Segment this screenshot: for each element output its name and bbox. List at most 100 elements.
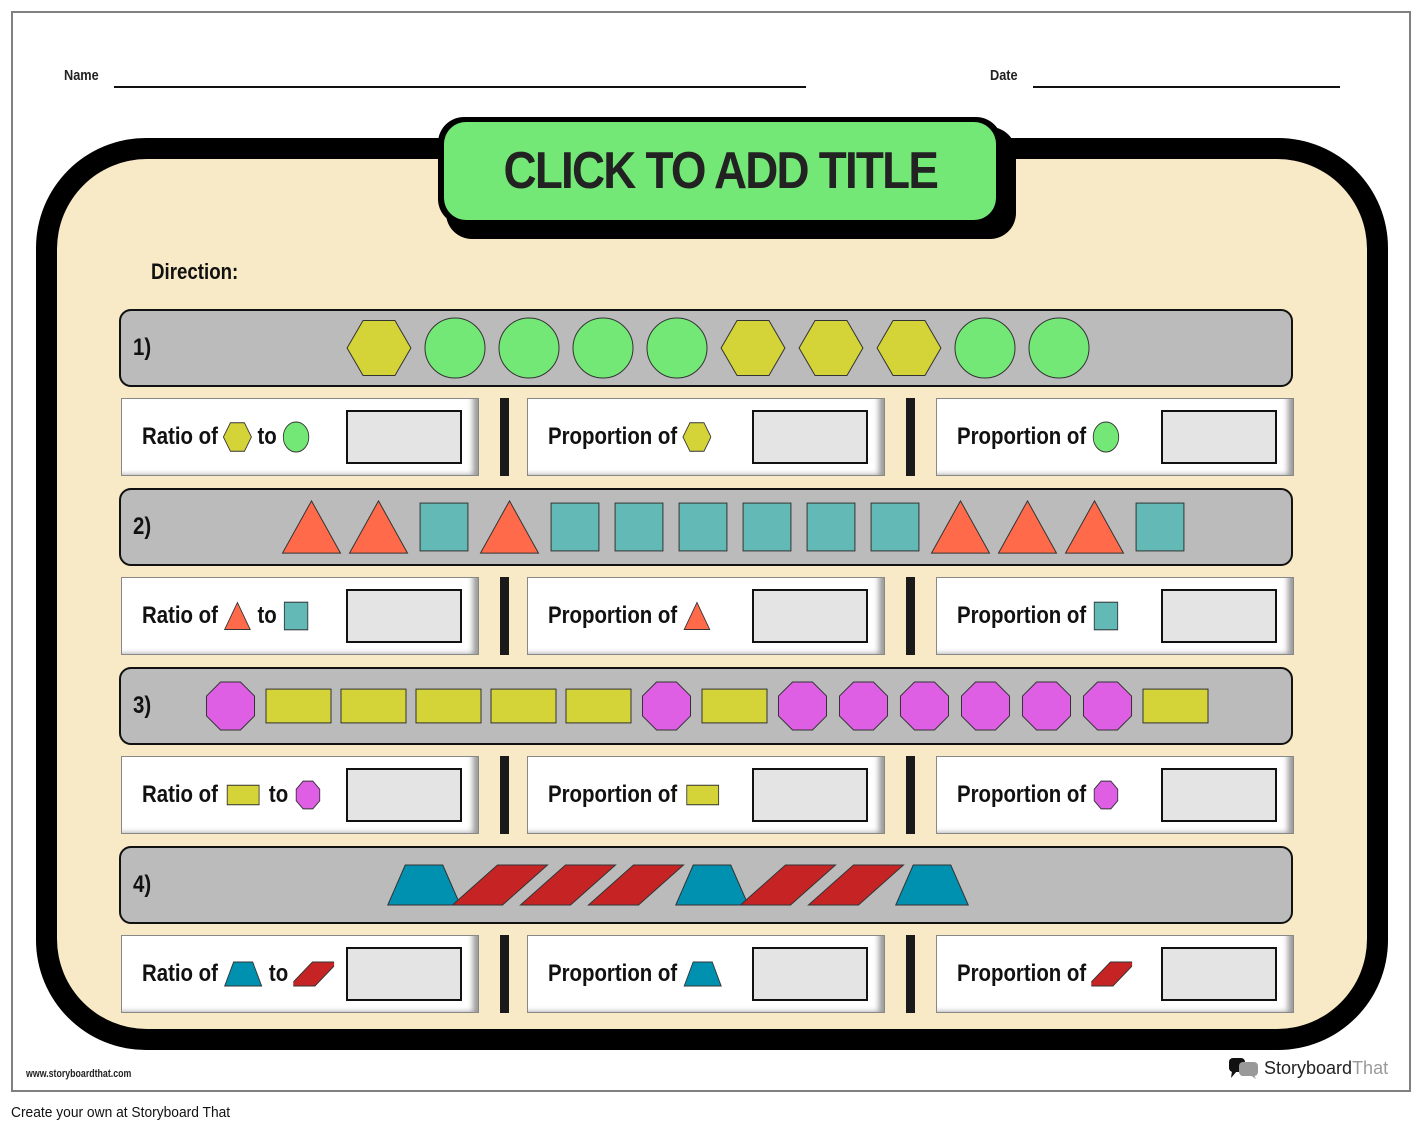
- triangle-shape: [930, 499, 991, 554]
- direction-label: Direction:: [151, 259, 239, 284]
- proportion-a-label: Proportion of: [548, 781, 678, 808]
- circle-icon: [1092, 421, 1120, 453]
- circle-shape: [424, 317, 486, 379]
- trapezoid-icon: [683, 961, 722, 987]
- square-shape: [614, 502, 664, 552]
- hexagon-shape: [346, 319, 412, 377]
- proportion-a-answer-box[interactable]: [752, 410, 868, 464]
- proportion-b-label-group: Proportion of: [957, 958, 1133, 990]
- ratio-answer-box[interactable]: [346, 589, 462, 643]
- circle-shape: [1092, 421, 1120, 453]
- proportion-a-label-group: Proportion of: [548, 600, 712, 632]
- problem-4-proportion-a-card: Proportion of: [527, 935, 885, 1013]
- octagon-shape: [1082, 681, 1133, 731]
- triangle-shape: [683, 601, 711, 630]
- hexagon-shape: [876, 319, 942, 377]
- triangle-shape: [348, 499, 409, 554]
- footer-url[interactable]: www.storyboardthat.com: [26, 1068, 131, 1080]
- rectangle-icon: [686, 784, 720, 806]
- card-divider: [906, 398, 915, 476]
- proportion-a-label-group: Proportion of: [548, 421, 712, 453]
- problem-1-proportion-a-card: Proportion of: [527, 398, 885, 476]
- octagon-shape: [641, 681, 692, 731]
- rectangle-shape: [565, 688, 632, 724]
- card-divider: [500, 756, 509, 834]
- proportion-a-label: Proportion of: [548, 960, 678, 987]
- proportion-b-answer-box[interactable]: [1161, 947, 1277, 1001]
- speech-bubbles-icon: [1229, 1058, 1258, 1079]
- square-shape: [284, 601, 309, 631]
- octagon-shape: [777, 681, 828, 731]
- proportion-a-answer-box[interactable]: [752, 768, 868, 822]
- create-your-own-link[interactable]: Create your own at Storyboard That: [11, 1104, 230, 1121]
- name-label: Name: [64, 67, 99, 84]
- ratio-answer-box[interactable]: [346, 410, 462, 464]
- rectangle-shape: [265, 688, 332, 724]
- circle-shape: [572, 317, 634, 379]
- circle-shape: [283, 421, 310, 453]
- trapezoid-shape: [224, 961, 263, 987]
- ratio-label: Ratio of: [142, 781, 218, 808]
- title-text[interactable]: CLICK TO ADD TITLE: [503, 141, 938, 201]
- triangle-shape: [479, 499, 540, 554]
- ratio-answer-box[interactable]: [346, 947, 462, 1001]
- proportion-a-label-group: Proportion of: [548, 958, 723, 990]
- square-shape: [678, 502, 728, 552]
- trapezoid-shape: [894, 864, 970, 906]
- to-label: to: [257, 423, 277, 450]
- problem-2-proportion-a-card: Proportion of: [527, 577, 885, 655]
- square-shape: [550, 502, 600, 552]
- parallelogram-shape: [293, 961, 335, 987]
- hexagon-icon: [682, 422, 712, 452]
- storyboardthat-logo[interactable]: StoryboardThat: [1228, 1056, 1388, 1080]
- problem-4-proportion-b-card: Proportion of: [936, 935, 1294, 1013]
- triangle-shape: [281, 499, 342, 554]
- trapezoid-icon: [224, 961, 263, 987]
- square-shape: [742, 502, 792, 552]
- proportion-b-label-group: Proportion of: [957, 600, 1121, 632]
- ratio-label-group: Ratio of to: [142, 421, 311, 453]
- problem-1-proportion-b-card: Proportion of: [936, 398, 1294, 476]
- square-icon: [284, 601, 309, 631]
- problem-2-proportion-b-card: Proportion of: [936, 577, 1294, 655]
- rectangle-shape: [686, 784, 720, 806]
- triangle-shape: [1064, 499, 1125, 554]
- rectangle-shape: [415, 688, 482, 724]
- proportion-a-answer-box[interactable]: [752, 589, 868, 643]
- title-box[interactable]: CLICK TO ADD TITLE: [444, 122, 996, 220]
- card-divider: [906, 577, 915, 655]
- octagon-shape: [960, 681, 1011, 731]
- problem-3-proportion-a-card: Proportion of: [527, 756, 885, 834]
- proportion-b-label: Proportion of: [957, 960, 1087, 987]
- triangle-shape: [997, 499, 1058, 554]
- shape-sequence: [386, 864, 970, 906]
- square-shape: [419, 502, 469, 552]
- shape-sequence: [281, 499, 1185, 554]
- proportion-b-answer-box[interactable]: [1161, 768, 1277, 822]
- rectangle-shape: [701, 688, 768, 724]
- proportion-b-label-group: Proportion of: [957, 421, 1121, 453]
- to-label: to: [268, 960, 289, 987]
- to-label: to: [268, 781, 289, 808]
- ratio-label: Ratio of: [142, 602, 218, 629]
- shape-sequence: [346, 317, 1090, 379]
- problem-1-ratio-card: Ratio of to: [121, 398, 479, 476]
- circle-icon: [283, 421, 310, 453]
- name-line[interactable]: [114, 86, 806, 88]
- octagon-shape: [205, 681, 256, 731]
- square-shape: [870, 502, 920, 552]
- parallelogram-icon: [293, 961, 335, 987]
- square-icon: [1093, 601, 1119, 631]
- proportion-b-answer-box[interactable]: [1161, 410, 1277, 464]
- proportion-b-answer-box[interactable]: [1161, 589, 1277, 643]
- date-line[interactable]: [1033, 86, 1340, 88]
- card-divider: [500, 398, 509, 476]
- trapezoid-shape: [683, 961, 722, 987]
- circle-shape: [954, 317, 1016, 379]
- hexagon-shape: [223, 422, 253, 452]
- proportion-a-label: Proportion of: [548, 602, 678, 629]
- ratio-answer-box[interactable]: [346, 768, 462, 822]
- proportion-a-answer-box[interactable]: [752, 947, 868, 1001]
- octagon-shape: [295, 780, 321, 810]
- octagon-shape: [838, 681, 889, 731]
